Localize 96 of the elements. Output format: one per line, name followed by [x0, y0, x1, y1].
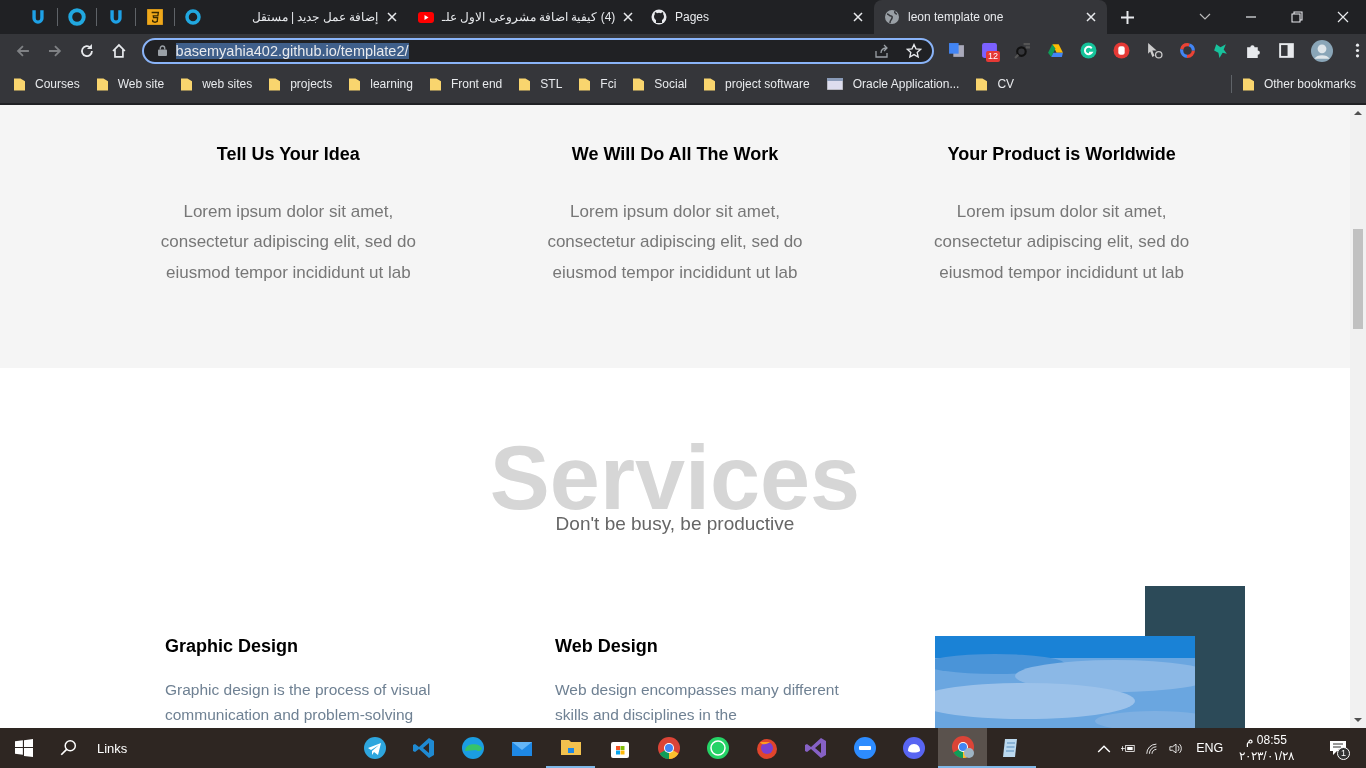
feature-title: Your Product is Worldwide — [946, 142, 1177, 165]
close-icon[interactable] — [1085, 11, 1097, 23]
star-icon[interactable] — [906, 42, 922, 59]
share-icon[interactable] — [874, 42, 890, 59]
ring-icon[interactable] — [68, 8, 86, 26]
section-subtitle: Don't be busy, be productive — [555, 511, 795, 536]
bookmark[interactable]: Social — [633, 77, 687, 92]
bookmark[interactable]: Front end — [429, 77, 503, 92]
feature-text: Lorem ipsum dolor sit amet, consectetur adipiscing elit, sed do eiusmod tempor incididunt ut lab — [546, 200, 804, 284]
search-label[interactable]: Links — [97, 740, 128, 756]
feature-text: Lorem ipsum dolor sit amet, consectetur adipiscing elit, sed do eiusmod tempor incididunt ut lab — [159, 200, 417, 284]
bookmark[interactable]: Fci — [579, 77, 617, 92]
folder-icon — [349, 77, 361, 92]
service-text: Graphic design is the process of visual communication and problem-solving — [165, 679, 432, 725]
reload-icon[interactable] — [78, 42, 95, 59]
folder-icon — [579, 77, 591, 92]
lock-icon[interactable] — [157, 45, 167, 57]
close-icon[interactable] — [852, 11, 864, 23]
clock-date[interactable]: ٢٠٢٣/٠١/٢٨ — [1239, 748, 1294, 764]
folder-icon — [96, 77, 108, 92]
bookmark[interactable]: learning — [349, 77, 413, 92]
bookmark[interactable]: STL — [519, 77, 563, 92]
url-text: basemyahia402.github.io/template2/ — [175, 42, 409, 59]
new-tab-icon[interactable] — [1121, 10, 1134, 24]
bookmark[interactable]: Web site — [96, 77, 165, 92]
feature-text: Lorem ipsum dolor sit amet, consectetur adipiscing elit, sed do eiusmod tempor incididunt ut lab — [933, 200, 1191, 284]
scroll-up-icon[interactable] — [1354, 108, 1362, 117]
u-logo-icon[interactable] — [29, 8, 47, 26]
cursor-icon[interactable] — [1146, 42, 1163, 60]
page-icon — [826, 78, 843, 91]
feature-title: We Will Do All The Work — [570, 142, 780, 165]
bookmark[interactable]: projects — [269, 77, 333, 92]
ring-icon — [185, 9, 201, 25]
magnifier-icon[interactable] — [1014, 42, 1031, 60]
count-badge: 12 — [986, 51, 1001, 63]
translate-icon[interactable] — [948, 42, 965, 60]
avatar-icon[interactable] — [1311, 39, 1333, 62]
grammar-icon[interactable] — [1080, 42, 1097, 60]
browser-tab[interactable]: إضافة عمل جديد | مستقل — [175, 0, 408, 34]
bookmark[interactable]: project software — [704, 77, 810, 92]
windows-icon[interactable] — [15, 739, 33, 757]
folder-icon — [1242, 77, 1254, 92]
bookmark[interactable]: Courses — [14, 77, 80, 92]
notification-count: 1 — [1337, 747, 1350, 760]
shield-icon[interactable] — [146, 8, 164, 26]
bookmark[interactable]: Other bookmarks — [1242, 77, 1356, 92]
service-title: Graphic Design — [165, 634, 300, 657]
service-text: Web design encompasses many different skills and disciplines in the — [555, 679, 840, 725]
side-panel-icon[interactable] — [1278, 42, 1295, 60]
folder-icon — [181, 77, 193, 92]
tab-title: leon template one — [908, 10, 1005, 24]
bookmark[interactable]: web sites — [181, 77, 253, 92]
globe-icon — [884, 9, 900, 25]
paper-plane-icon — [362, 736, 387, 760]
speaker-icon[interactable] — [1169, 741, 1184, 755]
tab-title: إضافة عمل جديد | مستقل — [250, 10, 378, 24]
scroll-thumb[interactable] — [1353, 228, 1363, 329]
close-icon[interactable] — [623, 11, 634, 23]
address-bar[interactable]: basemyahia402.github.io/template2/ — [141, 37, 934, 64]
color-ring-icon[interactable] — [1179, 42, 1196, 60]
play-icon — [418, 9, 434, 25]
folder-icon — [976, 77, 988, 92]
service-title: Web Design — [555, 634, 659, 657]
feature-title: Tell Us Your Idea — [215, 142, 361, 165]
folder-icon — [704, 77, 715, 92]
cat-icon — [651, 9, 667, 25]
clock-time[interactable]: 08:55 م — [1246, 732, 1287, 748]
browser-tab[interactable]: leon template one — [874, 0, 1107, 34]
scroll-down-icon[interactable] — [1354, 716, 1362, 724]
folder-icon — [519, 77, 531, 92]
language-indicator[interactable]: ENG — [1196, 741, 1224, 755]
close-icon[interactable] — [1337, 11, 1349, 23]
scrollbar[interactable] — [1350, 104, 1366, 728]
folder-icon — [429, 77, 441, 92]
figure-icon[interactable] — [1212, 42, 1229, 60]
u-logo-icon[interactable] — [107, 8, 125, 26]
browser-tab[interactable]: Pages — [641, 0, 874, 34]
code-editor-icon — [411, 736, 436, 760]
folder-icon — [14, 77, 25, 92]
browser-logo-icon — [656, 736, 681, 760]
restore-icon[interactable] — [1291, 11, 1303, 23]
home-icon[interactable] — [110, 42, 127, 59]
forward-icon[interactable] — [46, 42, 63, 59]
bookmark[interactable]: CV — [976, 77, 1015, 92]
browser-tab[interactable]: (4) كيفية اضافة مشروعى الاول علـ — [408, 0, 641, 34]
folder-icon — [269, 77, 281, 92]
bookmark[interactable]: Oracle Application... — [826, 77, 960, 92]
search-icon[interactable] — [59, 739, 77, 757]
active-taskbar-button[interactable] — [938, 728, 988, 768]
folder-icon — [633, 77, 645, 92]
tab-title: (4) كيفية اضافة مشروعى الاول علـ — [442, 10, 616, 24]
drive-icon[interactable] — [1047, 42, 1064, 60]
close-icon[interactable] — [386, 11, 398, 23]
browser-logo-icon — [950, 735, 975, 759]
puzzle-icon[interactable] — [1245, 42, 1262, 60]
tab-title: Pages — [675, 10, 711, 24]
